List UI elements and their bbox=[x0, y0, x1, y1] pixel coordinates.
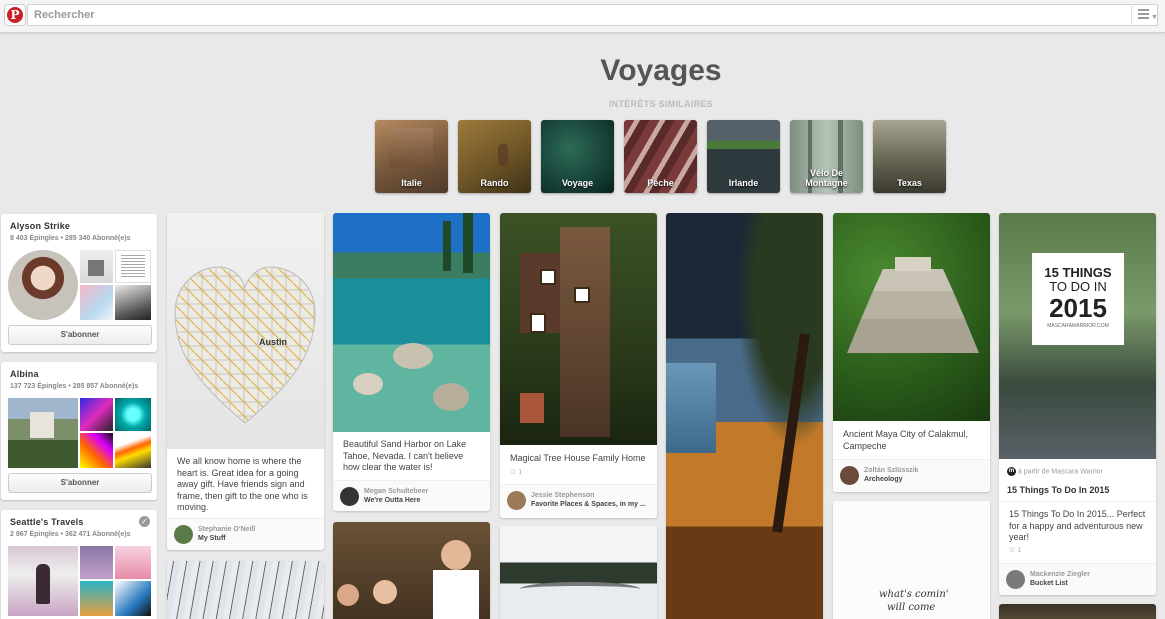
pin-tree-house[interactable]: Magical Tree House Family Home ♲ 1 Jessi… bbox=[500, 213, 657, 518]
board-thumb[interactable] bbox=[115, 285, 151, 320]
board-thumb[interactable] bbox=[80, 433, 113, 468]
quote-line: what's comin' bbox=[879, 589, 949, 600]
pin-description: 15 Things To Do In 2015... Perfect for a… bbox=[1009, 509, 1146, 542]
pinner-name[interactable]: Mackenzie Ziegler bbox=[1030, 571, 1090, 579]
pin-image[interactable] bbox=[333, 522, 490, 619]
avatar[interactable] bbox=[1006, 570, 1025, 589]
avatar[interactable] bbox=[340, 487, 359, 506]
board-owner-name[interactable]: Alyson Strike bbox=[10, 221, 70, 232]
pinner-name[interactable]: Zoltán Szlüsszik bbox=[864, 467, 918, 475]
pinner-name[interactable]: Stephanie O'Neill bbox=[198, 526, 255, 534]
board-card-alyson-strike[interactable]: Alyson Strike 8 403 Épingles • 285 340 A… bbox=[1, 214, 157, 352]
hamburger-icon[interactable]: ▼ bbox=[1131, 6, 1158, 24]
interest-tile-rando[interactable]: Rando bbox=[458, 120, 531, 193]
board-name[interactable]: My Stuff bbox=[198, 535, 226, 543]
pin-attribution[interactable]: Zoltán Szlüsszik Archeology bbox=[833, 459, 990, 491]
pin-description: Ancient Maya City of Calakmul, Campeche bbox=[843, 429, 969, 451]
avatar[interactable] bbox=[507, 491, 526, 510]
pin-description: We all know home is where the heart is. … bbox=[177, 456, 308, 512]
heart-map-image: Austin bbox=[174, 266, 316, 424]
repin-count: ♲ 1 bbox=[510, 469, 523, 476]
board-thumb[interactable] bbox=[115, 398, 151, 431]
avatar[interactable] bbox=[840, 466, 859, 485]
similar-interests-heading: INTÉRÊTS SIMILAIRES bbox=[608, 99, 714, 109]
board-name[interactable]: Bucket List bbox=[1030, 580, 1068, 588]
pin-forest-beach[interactable] bbox=[666, 213, 823, 619]
pin-attribution[interactable]: Mackenzie Ziegler Bucket List bbox=[999, 563, 1156, 595]
pin-heart-map[interactable]: Austin We all know home is where the hea… bbox=[167, 213, 324, 550]
pin-description: Magical Tree House Family Home bbox=[510, 453, 646, 463]
board-thumb[interactable] bbox=[80, 546, 113, 579]
search-input[interactable]: Rechercher bbox=[27, 4, 1158, 26]
board-owner-name[interactable]: Seattle's Travels bbox=[10, 517, 84, 528]
pin-image[interactable]: Austin bbox=[167, 213, 324, 449]
board-name[interactable]: Favorite Places & Spaces, in my ... bbox=[531, 501, 646, 509]
pin-family-photo[interactable] bbox=[333, 522, 490, 619]
source-icon: m bbox=[1007, 467, 1016, 476]
interest-tile-texas[interactable]: Texas bbox=[873, 120, 946, 193]
verified-check-icon: ✓ bbox=[139, 516, 150, 527]
pin-image[interactable] bbox=[666, 213, 823, 619]
svg-text:Austin: Austin bbox=[259, 337, 287, 347]
pin-image[interactable] bbox=[999, 604, 1156, 619]
pin-lake-tahoe[interactable]: Beautiful Sand Harbor on Lake Tahoe, Nev… bbox=[333, 213, 490, 511]
board-thumb[interactable] bbox=[115, 546, 151, 579]
board-thumb[interactable] bbox=[80, 581, 113, 616]
pin-attribution[interactable]: Stephanie O'Neill My Stuff bbox=[167, 518, 324, 550]
board-name[interactable]: Archeology bbox=[864, 476, 903, 484]
quote-line: will come bbox=[887, 602, 936, 613]
pin-15-things[interactable]: 15 THINGS TO DO IN 2015 MASCARAWARRIOR.C… bbox=[999, 213, 1156, 595]
interest-tile-irlande[interactable]: Irlande bbox=[707, 120, 780, 193]
board-card-seattles-travels[interactable]: Seattle's Travels ✓ 2 967 Épingles • 362… bbox=[1, 510, 157, 619]
page-title: Voyages bbox=[600, 54, 722, 87]
pin-image[interactable] bbox=[500, 213, 657, 445]
pinterest-logo-icon[interactable]: P bbox=[4, 4, 26, 26]
pin-quote[interactable]: what's comin' will come bbox=[833, 501, 990, 619]
top-bar: P Rechercher ▼ bbox=[0, 0, 1165, 33]
pin-image[interactable]: 15 THINGS TO DO IN 2015 MASCARAWARRIOR.C… bbox=[999, 213, 1156, 459]
interest-tile-italie[interactable]: Italie bbox=[375, 120, 448, 193]
pin-attribution[interactable]: Megan Schultebeer We're Outta Here bbox=[333, 480, 490, 511]
pin-divider bbox=[999, 501, 1156, 502]
repin-count: ♲ 1 bbox=[1009, 547, 1022, 554]
board-card-albina[interactable]: Albina 137 723 Épingles • 285 857 Abonné… bbox=[1, 362, 157, 500]
interest-tile-voyage[interactable]: Voyage bbox=[541, 120, 614, 193]
follow-button[interactable]: S'abonner bbox=[8, 325, 152, 345]
pin-image[interactable] bbox=[500, 526, 657, 619]
board-stats: 137 723 Épingles • 285 857 Abonné(e)s bbox=[10, 383, 139, 390]
board-thumb[interactable] bbox=[115, 581, 151, 616]
board-thumb[interactable] bbox=[115, 433, 151, 468]
board-thumb[interactable] bbox=[80, 250, 113, 283]
board-cover-avatar[interactable] bbox=[8, 250, 78, 320]
pin-snowy-forest[interactable] bbox=[167, 561, 324, 619]
board-stats: 2 967 Épingles • 362 471 Abonné(e)s bbox=[10, 531, 131, 538]
board-name[interactable]: We're Outta Here bbox=[364, 497, 420, 505]
pinner-name[interactable]: Jessie Stephenson bbox=[531, 492, 594, 500]
pin-attribution[interactable]: Jessie Stephenson Favorite Places & Spac… bbox=[500, 484, 657, 516]
board-cover[interactable] bbox=[8, 398, 78, 468]
pin-description: Beautiful Sand Harbor on Lake Tahoe, Nev… bbox=[343, 439, 467, 472]
pin-bottom-image[interactable] bbox=[999, 604, 1156, 619]
pin-image[interactable] bbox=[833, 213, 990, 421]
source-line[interactable]: m à partir de Mascara Warrior bbox=[1007, 467, 1103, 477]
pin-maya-pyramid[interactable]: Ancient Maya City of Calakmul, Campeche … bbox=[833, 213, 990, 492]
interest-tile-peche[interactable]: Pêche bbox=[624, 120, 697, 193]
avatar[interactable] bbox=[174, 525, 193, 544]
interest-tile-velo-de-montagne[interactable]: Vélo De Montagne bbox=[790, 120, 863, 193]
pin-image[interactable] bbox=[333, 213, 490, 432]
pin-snowy-road[interactable] bbox=[500, 526, 657, 619]
board-owner-name[interactable]: Albina bbox=[10, 369, 39, 380]
board-thumb[interactable] bbox=[80, 398, 113, 431]
board-cover[interactable] bbox=[8, 546, 78, 616]
interest-tiles: Italie Rando Voyage Pêche Irlande Vélo D… bbox=[375, 120, 946, 193]
board-thumb[interactable] bbox=[115, 250, 151, 283]
board-stats: 8 403 Épingles • 285 340 Abonné(e)s bbox=[10, 235, 131, 242]
pin-title[interactable]: 15 Things To Do In 2015 bbox=[1007, 484, 1109, 496]
pin-image[interactable]: what's comin' will come bbox=[833, 501, 990, 619]
poster-card: 15 THINGS TO DO IN 2015 MASCARAWARRIOR.C… bbox=[1032, 253, 1124, 345]
follow-button[interactable]: S'abonner bbox=[8, 473, 152, 493]
board-thumb[interactable] bbox=[80, 285, 113, 320]
pinner-name[interactable]: Megan Schultebeer bbox=[364, 488, 428, 496]
pin-image[interactable] bbox=[167, 561, 324, 619]
